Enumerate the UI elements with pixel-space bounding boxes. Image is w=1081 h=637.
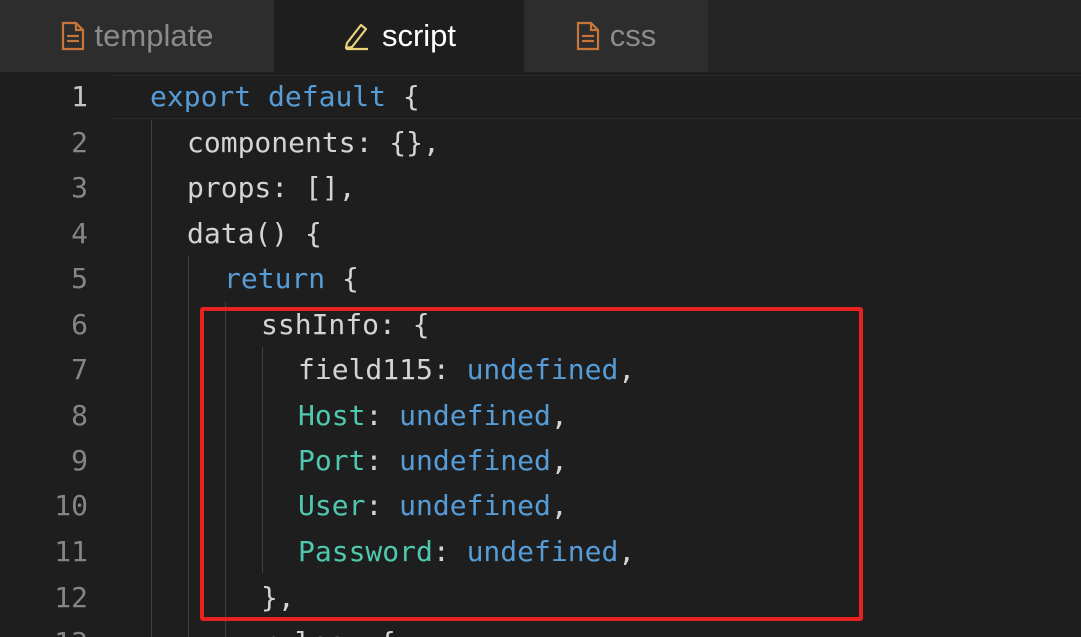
pencil-icon (342, 21, 372, 51)
line-number-gutter: 1 2 3 4 5 6 7 8 9 10 11 12 13 (0, 72, 112, 637)
tab-label: template (94, 18, 214, 53)
code-line: return { (224, 256, 359, 301)
file-icon (61, 21, 85, 51)
keyword: default (268, 80, 387, 113)
line-number: 6 (71, 308, 88, 341)
code-text: { (402, 80, 420, 113)
keyword: export (150, 80, 252, 113)
code-text: { (342, 262, 359, 295)
indent-guide (151, 120, 152, 637)
tab-bar: template script css (0, 0, 1081, 72)
code-line: export default { (150, 74, 420, 119)
annotation-highlight-box (200, 307, 863, 621)
code-line: rules: { (261, 620, 396, 637)
line-number: 8 (71, 399, 88, 432)
line-number: 4 (71, 217, 88, 250)
line-number: 10 (54, 489, 88, 522)
tab-divider (510, 0, 524, 72)
keyword: return (224, 262, 326, 295)
file-icon (576, 21, 600, 51)
line-number: 2 (71, 126, 88, 159)
line-number: 13 (0, 620, 88, 637)
line-number: 3 (71, 171, 88, 204)
line-number: 9 (71, 444, 88, 477)
code-line: data() { (187, 217, 322, 250)
code-editor[interactable]: 1 2 3 4 5 6 7 8 9 10 11 12 13 export def… (0, 72, 1081, 637)
tab-label: css (609, 18, 657, 53)
code-line: props: [], (187, 171, 356, 204)
line-number: 1 (71, 80, 88, 113)
tab-template[interactable]: template (0, 0, 274, 72)
tab-script[interactable]: script (288, 0, 510, 72)
line-number: 5 (71, 262, 88, 295)
tab-css[interactable]: css (524, 0, 708, 72)
tab-divider (274, 0, 288, 72)
code-line: components: {}, (187, 126, 440, 159)
line-number: 11 (54, 535, 88, 568)
indent-guide (188, 256, 189, 637)
line-number: 7 (71, 353, 88, 386)
line-number: 12 (54, 581, 88, 614)
tab-label: script (381, 18, 457, 53)
